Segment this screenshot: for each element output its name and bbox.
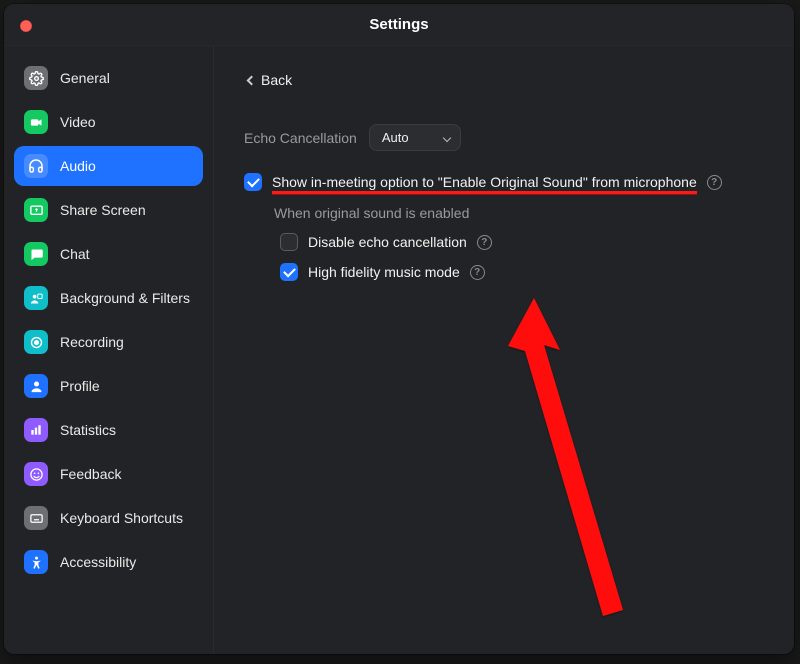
sidebar-item-label: Video — [60, 114, 96, 130]
sidebar-item-chat[interactable]: Chat — [14, 234, 203, 274]
sidebar-item-label: General — [60, 70, 110, 86]
annotation-arrow — [508, 298, 658, 628]
echo-cancellation-select[interactable]: Auto — [369, 124, 461, 151]
echo-cancellation-value: Auto — [382, 130, 409, 145]
profile-icon — [24, 374, 48, 398]
sidebar-item-label: Chat — [60, 246, 90, 262]
titlebar: Settings — [4, 4, 794, 46]
high-fidelity-music-mode-label: High fidelity music mode — [308, 264, 460, 280]
keyboard-icon — [24, 506, 48, 530]
background-icon — [24, 286, 48, 310]
sidebar-item-label: Statistics — [60, 422, 116, 438]
help-icon[interactable]: ? — [707, 175, 722, 190]
sidebar-item-label: Accessibility — [60, 554, 136, 570]
back-button[interactable]: Back — [244, 66, 296, 94]
chevron-left-icon — [247, 75, 257, 85]
sidebar-item-label: Feedback — [60, 466, 121, 482]
sidebar-item-label: Background & Filters — [60, 290, 190, 306]
sidebar-item-video[interactable]: Video — [14, 102, 203, 142]
statistics-icon — [24, 418, 48, 442]
sidebar-item-statistics[interactable]: Statistics — [14, 410, 203, 450]
settings-window: Settings General Video Audio — [4, 4, 794, 654]
window-title: Settings — [369, 16, 428, 33]
high-fidelity-music-mode-checkbox[interactable] — [280, 263, 298, 281]
gear-icon — [24, 66, 48, 90]
close-window-button[interactable] — [20, 20, 32, 32]
content-pane: Back Echo Cancellation Auto Show in-meet… — [214, 46, 794, 654]
feedback-icon — [24, 462, 48, 486]
disable-echo-cancellation-checkbox[interactable] — [280, 233, 298, 251]
show-original-sound-label: Show in-meeting option to "Enable Origin… — [272, 174, 697, 190]
help-icon[interactable]: ? — [477, 235, 492, 250]
sidebar: General Video Audio Share Screen — [4, 46, 214, 654]
sidebar-item-feedback[interactable]: Feedback — [14, 454, 203, 494]
echo-cancellation-label: Echo Cancellation — [244, 130, 357, 146]
sidebar-item-recording[interactable]: Recording — [14, 322, 203, 362]
sidebar-item-label: Audio — [60, 158, 96, 174]
sidebar-item-share-screen[interactable]: Share Screen — [14, 190, 203, 230]
sidebar-item-keyboard-shortcuts[interactable]: Keyboard Shortcuts — [14, 498, 203, 538]
sidebar-item-label: Share Screen — [60, 202, 146, 218]
sidebar-item-background-filters[interactable]: Background & Filters — [14, 278, 203, 318]
video-icon — [24, 110, 48, 134]
back-label: Back — [261, 72, 292, 88]
share-screen-icon — [24, 198, 48, 222]
record-icon — [24, 330, 48, 354]
sidebar-item-profile[interactable]: Profile — [14, 366, 203, 406]
sidebar-item-audio[interactable]: Audio — [14, 146, 203, 186]
chat-icon — [24, 242, 48, 266]
help-icon[interactable]: ? — [470, 265, 485, 280]
sidebar-item-label: Profile — [60, 378, 100, 394]
sidebar-item-label: Recording — [60, 334, 124, 350]
show-original-sound-checkbox[interactable] — [244, 173, 262, 191]
accessibility-icon — [24, 550, 48, 574]
sidebar-item-label: Keyboard Shortcuts — [60, 510, 183, 526]
original-sound-subheading: When original sound is enabled — [274, 205, 764, 221]
headphones-icon — [24, 154, 48, 178]
disable-echo-cancellation-label: Disable echo cancellation — [308, 234, 467, 250]
chevron-down-icon — [443, 134, 451, 142]
sidebar-item-general[interactable]: General — [14, 58, 203, 98]
window-body: General Video Audio Share Screen — [4, 46, 794, 654]
sidebar-item-accessibility[interactable]: Accessibility — [14, 542, 203, 582]
